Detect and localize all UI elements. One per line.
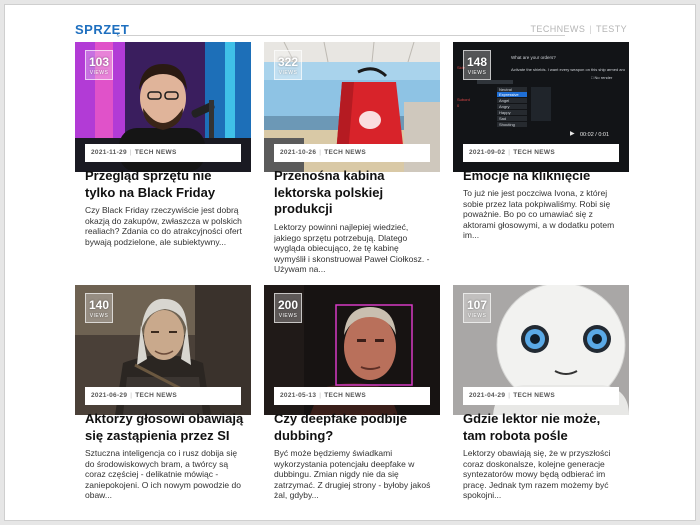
screen-value-column [531, 87, 551, 121]
play-icon[interactable]: ▶ [570, 131, 575, 137]
article-thumbnail[interactable]: What are your orders? Activate the shiel… [453, 42, 629, 172]
section-links: TECHNEWS | TESTY [531, 24, 627, 34]
article-excerpt: Lektorzy powinni najlepiej wiedzieć, jak… [274, 222, 430, 275]
views-label: VIEWS [89, 313, 109, 319]
article-category[interactable]: TECH NEWS [324, 392, 366, 399]
article-card: 103 VIEWS 2021-11-29 | TECH NEWS Przegląd … [75, 42, 251, 272]
screen-question: What are your orders? [511, 55, 556, 60]
article-meta: 2021-04-29 | TECH NEWS [463, 387, 619, 405]
article-excerpt: To już nie jest poczciwa Ivona, z której… [463, 188, 615, 241]
section-header: SPRZĘT TECHNEWS | TESTY [75, 22, 631, 40]
article-excerpt: Lektorzy obawiają się, że w przyszłości … [463, 448, 611, 501]
article-thumbnail[interactable]: 107 VIEWS 2021-04-29 | TECH NEWS [453, 285, 629, 415]
article-title[interactable]: Aktorzy głosowi obawiają się zastąpienia… [85, 411, 245, 444]
article-category[interactable]: TECH NEWS [324, 149, 366, 156]
article-title[interactable]: Gdzie lektor nie może, tam robota pośle [463, 411, 623, 444]
meta-separator: | [129, 149, 132, 156]
screen-subord-value: 0 [457, 103, 460, 108]
technews-link[interactable]: TECHNEWS [531, 24, 586, 34]
views-count: 148 [466, 55, 488, 69]
article-meta: 2021-11-29 | TECH NEWS [85, 144, 241, 162]
article-category[interactable]: TECH NEWS [135, 392, 177, 399]
views-label: VIEWS [467, 313, 487, 319]
article-excerpt: Czy Black Friday rzeczywiście jest dobrą… [85, 205, 242, 247]
views-badge: 140 VIEWS [85, 293, 113, 323]
views-count: 103 [88, 55, 110, 69]
article-excerpt: Być może będziemy świadkami wykorzystani… [274, 448, 431, 501]
article-title[interactable]: Przenośna kabina lektorska polskiej prod… [274, 168, 434, 218]
views-badge: 107 VIEWS [463, 293, 491, 323]
screen-style-list: Neutral Expressive Angel Angry Happy Sad… [497, 87, 527, 127]
article-card: What are your orders? Activate the shiel… [453, 42, 629, 272]
screen-style-row[interactable]: Angry [497, 104, 527, 109]
article-date: 2021-06-29 [91, 392, 128, 399]
views-badge: 322 VIEWS [274, 50, 302, 80]
article-date: 2021-10-26 [280, 149, 317, 156]
article-card: 322 VIEWS 2021-10-26 | TECH NEWS Przenośna… [264, 42, 440, 275]
article-meta: 2021-05-13 | TECH NEWS [274, 387, 430, 405]
link-separator: | [589, 24, 592, 34]
views-count: 200 [277, 298, 299, 312]
article-excerpt: Sztuczna inteligencja co i rusz dobija s… [85, 448, 241, 501]
screen-dropdown [477, 80, 513, 84]
article-category[interactable]: TECH NEWS [135, 149, 177, 156]
views-badge: 148 VIEWS [463, 50, 491, 80]
page-frame: SPRZĘT TECHNEWS | TESTY 103 VIEWS 2021-1… [4, 4, 696, 521]
views-label: VIEWS [89, 70, 109, 76]
screen-style-row[interactable]: Happy [497, 110, 527, 115]
screen-style-row[interactable]: Sad [497, 116, 527, 121]
article-date: 2021-11-29 [91, 149, 127, 156]
testy-link[interactable]: TESTY [596, 24, 627, 34]
screen-instruction: Activate the shields. I want every weapo… [511, 67, 625, 72]
article-card: 200 VIEWS 2021-05-13 | TECH NEWS Czy deepf… [264, 285, 440, 515]
article-meta: 2021-09-02 | TECH NEWS [463, 144, 619, 162]
views-label: VIEWS [467, 70, 487, 76]
screen-style-row[interactable]: Angel [497, 98, 527, 103]
views-count: 107 [466, 298, 488, 312]
views-count: 140 [88, 298, 110, 312]
screen-style-row[interactable]: Shouting [497, 122, 527, 127]
article-title[interactable]: Czy deepfake podbije dubbing? [274, 411, 434, 444]
article-card: 140 VIEWS 2021-06-29 | TECH NEWS Aktorzy g… [75, 285, 251, 515]
article-meta: 2021-06-29 | TECH NEWS [85, 387, 241, 405]
article-category[interactable]: TECH NEWS [513, 392, 555, 399]
article-title[interactable]: Przegląd sprzętu nie tylko na Black Frid… [85, 168, 245, 201]
screen-checkbox-label: No render [594, 75, 613, 80]
article-thumbnail[interactable]: 103 VIEWS 2021-11-29 | TECH NEWS [75, 42, 251, 172]
article-card: 107 VIEWS 2021-04-29 | TECH NEWS Gdzie lek… [453, 285, 629, 515]
screen-time: 00:02 / 0:01 [580, 132, 610, 138]
screen-checkbox[interactable]: □ No render [591, 75, 612, 80]
article-date: 2021-05-13 [280, 392, 317, 399]
screen-subord-label: Subord [457, 97, 470, 102]
article-meta: 2021-10-26 | TECH NEWS [274, 144, 430, 162]
screen-style-row-selected[interactable]: Expressive [497, 92, 527, 97]
article-category[interactable]: TECH NEWS [513, 149, 555, 156]
article-date: 2021-09-02 [469, 149, 506, 156]
views-label: VIEWS [278, 70, 298, 76]
views-count: 322 [277, 55, 299, 69]
article-thumbnail[interactable]: 140 VIEWS 2021-06-29 | TECH NEWS [75, 285, 251, 415]
article-title[interactable]: Emocje na kliknięcie [463, 168, 623, 185]
views-label: VIEWS [278, 313, 298, 319]
article-date: 2021-04-29 [469, 392, 506, 399]
views-badge: 103 VIEWS [85, 50, 113, 80]
header-divider [117, 35, 565, 36]
views-badge: 200 VIEWS [274, 293, 302, 323]
article-thumbnail[interactable]: 200 VIEWS 2021-05-13 | TECH NEWS [264, 285, 440, 415]
article-thumbnail[interactable]: 322 VIEWS 2021-10-26 | TECH NEWS [264, 42, 440, 172]
